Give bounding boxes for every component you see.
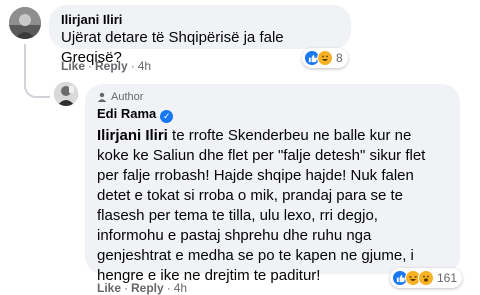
reply-reply-button[interactable]: Reply (131, 281, 164, 295)
author-badge-icon (97, 92, 107, 102)
comment-bubble: Ilirjani Iliri Ujërat detare të Shqipëri… (49, 5, 351, 66)
reply-timestamp[interactable]: 4h (174, 281, 187, 295)
avatar-commenter[interactable] (9, 7, 41, 39)
author-badge-label: Author (111, 91, 144, 103)
reply-mention[interactable]: Ilirjani Iliri (97, 127, 168, 144)
verified-badge-icon: ✓ (160, 110, 174, 123)
comment-like-button[interactable]: Like (61, 59, 85, 73)
reply-author-name[interactable]: Edi Rama (97, 106, 156, 121)
reply-line-text: te rrofte Skenderbeu ne balle kur ne (167, 127, 412, 144)
comment-reaction-count: 8 (336, 51, 343, 65)
reply-line: per falje rrobash! Hajde shqipe hajde! N… (97, 167, 414, 184)
reply-reaction-count: 161 (437, 271, 458, 285)
thread-line (24, 44, 26, 84)
reply-line: genjeshtrat e medha se po te kapen ne gj… (97, 247, 414, 264)
reply-bubble: Author Edi Rama ✓ Ilirjani Iliri te rroft… (85, 84, 460, 284)
haha-reaction-icon (418, 270, 434, 286)
reply-line: detet e tokat si rroba o mik, prandaj pa… (97, 187, 403, 204)
comment-actions: Like · Reply · 4h (61, 59, 152, 73)
comment-timestamp[interactable]: 4h (138, 59, 151, 73)
comment-reply-button[interactable]: Reply (95, 59, 128, 73)
avatar-author[interactable] (54, 82, 78, 106)
reply-line: koke ke Saliun dhe flet per "falje detes… (97, 147, 426, 164)
author-avatar-image (54, 82, 78, 106)
thread-connector (24, 80, 50, 98)
reply-like-button[interactable]: Like (97, 281, 121, 295)
laugh-reaction-icon (317, 50, 333, 66)
reply-line: informohu e pastaj shprehu dhe ruhu nga (97, 227, 372, 244)
reply-reactions[interactable]: 161 (390, 268, 463, 288)
reply-line: flasesh per tema te tilla, ulu lexo, rri… (97, 207, 378, 224)
comment-author-name[interactable]: Ilirjani Iliri (61, 11, 339, 28)
author-badge: Author (97, 90, 448, 104)
reply-author-row: Edi Rama ✓ (97, 105, 448, 123)
reply-line: Ilirjani Iliri te rrofte Skenderbeu ne b… (97, 126, 448, 146)
commenter-avatar-image (9, 7, 41, 39)
reply-actions: Like · Reply · 4h (97, 281, 188, 295)
reply-text: Ilirjani Iliri te rrofte Skenderbeu ne b… (97, 126, 448, 286)
comment-reactions[interactable]: 8 (302, 48, 348, 68)
